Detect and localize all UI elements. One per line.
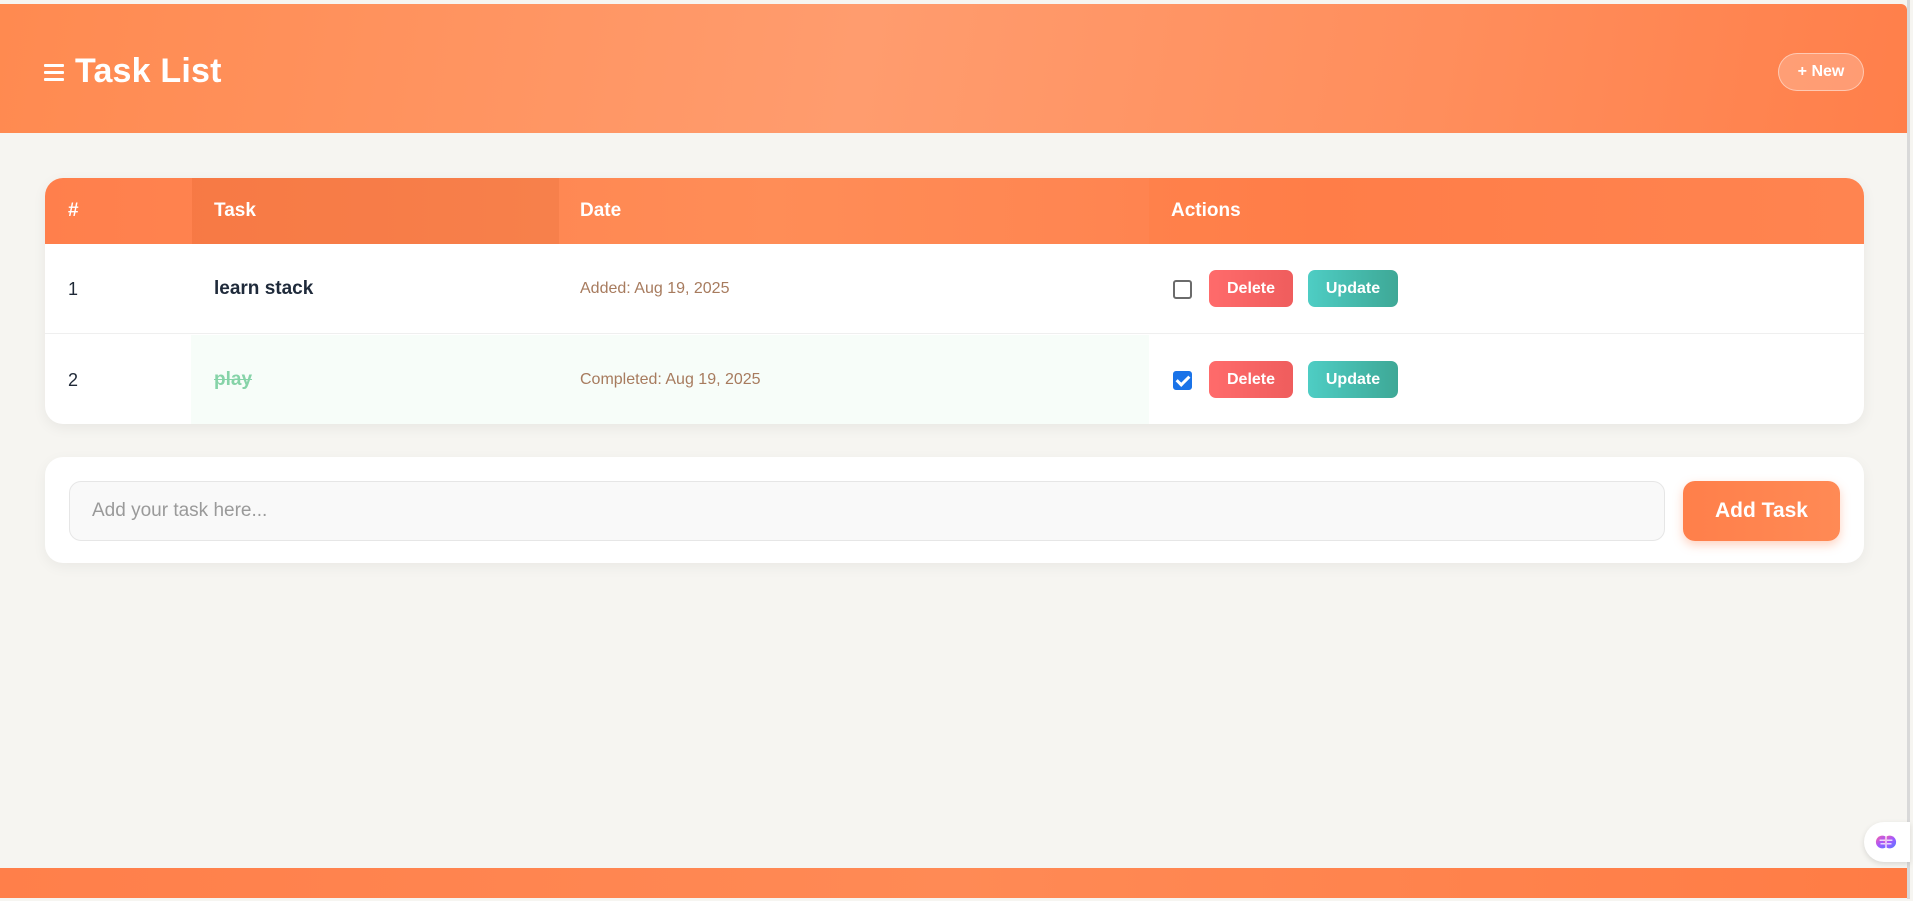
page: Task List + New # Task Date Actions 1 le… [0,0,1910,899]
column-header-date: Date [580,200,622,221]
assistant-bubble[interactable] [1864,822,1910,862]
new-task-button[interactable]: + New [1778,53,1864,91]
row-number: 2 [68,370,79,390]
hamburger-menu-icon[interactable] [44,64,64,82]
column-header-number: # [68,200,79,221]
page-title: Task List [75,52,222,90]
row-number: 1 [68,279,79,299]
update-button[interactable]: Update [1308,270,1398,307]
task-date: Added: Aug 19, 2025 [580,280,730,297]
app-header: Task List + New [0,4,1907,133]
brain-icon [1875,835,1897,849]
complete-checkbox[interactable] [1173,371,1192,390]
complete-checkbox[interactable] [1173,280,1192,299]
table-header: # Task Date Actions [45,178,1864,244]
add-task-button[interactable]: Add Task [1683,481,1840,541]
task-input[interactable] [69,481,1665,541]
column-header-actions: Actions [1171,200,1241,221]
delete-button[interactable]: Delete [1209,361,1293,398]
footer-bar [0,868,1907,898]
header-col-shade [559,178,1149,244]
column-header-task: Task [214,200,256,221]
add-task-form: Add Task [45,457,1864,563]
delete-button[interactable]: Delete [1209,270,1293,307]
task-date: Completed: Aug 19, 2025 [580,371,761,388]
update-button[interactable]: Update [1308,361,1398,398]
task-name: play [214,369,253,390]
task-name: learn stack [214,278,314,299]
table-row: 1 learn stack Added: Aug 19, 2025 Delete… [45,244,1864,334]
task-table: # Task Date Actions 1 learn stack Added:… [45,178,1864,424]
table-row: 2 play Completed: Aug 19, 2025 Delete Up… [45,335,1864,424]
